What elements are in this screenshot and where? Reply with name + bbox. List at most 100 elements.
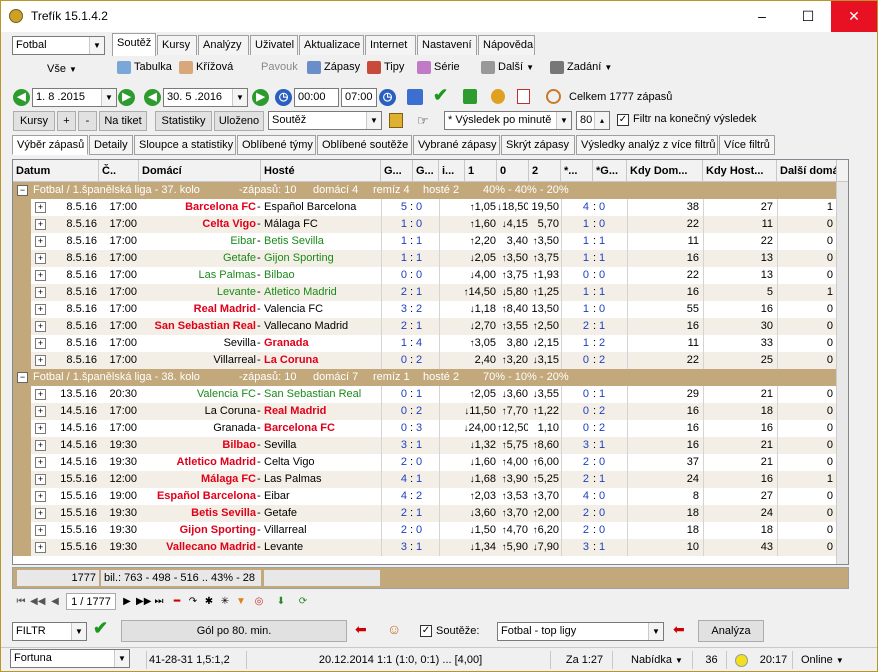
arrow-left-icon[interactable]: ⬅ <box>355 621 367 638</box>
column-header-12[interactable]: Kdy Dom... <box>627 160 703 182</box>
next-fast-icon[interactable]: ▶▶ <box>136 593 151 610</box>
expand-icon[interactable]: + <box>35 236 46 247</box>
vertical-scrollbar[interactable] <box>836 182 848 564</box>
next-date-button[interactable]: ▶ <box>118 89 135 106</box>
krizova-button[interactable]: Křížová <box>179 57 233 77</box>
filter-icon[interactable]: ▼ <box>234 593 248 610</box>
table-row[interactable]: +15.5.16 19:30 Vallecano Madrid - Levante 3:1… <box>13 539 848 556</box>
table-row[interactable]: +15.5.16 19:30 Betis Sevilla - Getafe 2:1 ↓3,6… <box>13 505 848 522</box>
collapse-icon[interactable]: − <box>17 372 28 383</box>
expand-icon[interactable]: + <box>35 253 46 264</box>
check-icon[interactable]: ✔ <box>433 85 448 106</box>
subtab-7[interactable]: Výsledky analýz z více filtrů <box>576 135 718 155</box>
subtab-6[interactable]: Skrýt zápasy <box>501 135 575 155</box>
prev-date-button[interactable]: ◀ <box>13 89 30 106</box>
pavouk-button[interactable]: Pavouk <box>261 57 298 77</box>
asterisk-icon[interactable]: ✱ <box>202 593 216 610</box>
subtab-8[interactable]: Více filtrů <box>719 135 775 155</box>
tabulka-button[interactable]: Tabulka <box>117 57 172 77</box>
time-from-field[interactable]: 00:00 <box>294 88 339 107</box>
table-row[interactable]: +8.5.16 17:00 Sevilla - Granada 1:4 ↑3,05 3,80 ↓… <box>13 335 848 352</box>
table-row[interactable]: +15.5.16 12:00 Málaga FC - Las Palmas 4:1 ↓1,6… <box>13 471 848 488</box>
expand-icon[interactable]: + <box>35 474 46 485</box>
expand-icon[interactable]: + <box>35 270 46 281</box>
column-header-7[interactable]: 1 <box>465 160 497 182</box>
user-icon[interactable]: ☺ <box>387 621 401 637</box>
souteze-checkbox[interactable]: ✓ <box>420 625 432 637</box>
subtab-2[interactable]: Sloupce a statistiky <box>134 135 236 155</box>
nabidka-dropdown[interactable]: Nabídka ▼ <box>617 651 693 669</box>
bookmaker-select[interactable]: Fortuna ▼ <box>10 649 130 668</box>
prev-fast-icon[interactable]: ◀◀ <box>30 593 45 610</box>
tipy-button[interactable]: Tipy <box>367 57 404 77</box>
collapse-icon[interactable]: − <box>17 185 28 196</box>
delete-icon[interactable]: ━ <box>170 593 184 610</box>
column-header-4[interactable]: G... <box>381 160 413 182</box>
soutez-select[interactable]: Soutěž ▼ <box>268 111 382 130</box>
column-header-10[interactable]: *... <box>561 160 593 182</box>
kursy-button[interactable]: Kursy <box>13 111 55 131</box>
close-button[interactable]: ✕ <box>831 1 877 32</box>
column-header-3[interactable]: Hosté <box>261 160 381 182</box>
expand-icon[interactable]: + <box>35 338 46 349</box>
column-header-13[interactable]: Kdy Host... <box>703 160 777 182</box>
table-row[interactable]: +8.5.16 17:00 Barcelona FC - Español Barcelo… <box>13 199 848 216</box>
expand-icon[interactable]: + <box>35 202 46 213</box>
expand-icon[interactable]: + <box>35 219 46 230</box>
pointer-hand-icon[interactable]: ☞ <box>417 113 429 129</box>
tab-1[interactable]: Kursy <box>157 35 197 55</box>
star-icon[interactable]: ✳ <box>218 593 232 610</box>
na-tiket-button[interactable]: Na tiket <box>99 111 147 131</box>
table-row[interactable]: +8.5.16 17:00 Real Madrid - Valencia FC 3:2 ↓1… <box>13 301 848 318</box>
table-row[interactable]: +14.5.16 17:00 Granada - Barcelona FC 0:3 ↓24,… <box>13 420 848 437</box>
filter-all-dropdown[interactable]: Vše ▼ <box>47 59 77 79</box>
column-header-6[interactable]: i... <box>439 160 465 182</box>
sync-icon[interactable]: ⟳ <box>296 593 310 610</box>
magnifier-icon[interactable] <box>546 89 561 104</box>
folder-icon[interactable] <box>389 113 403 128</box>
prev-page-icon[interactable]: ◀ <box>48 593 62 610</box>
column-header-9[interactable]: 2 <box>529 160 561 182</box>
time-to-field[interactable]: 07:00 <box>341 88 377 107</box>
expand-icon[interactable]: + <box>35 457 46 468</box>
tab-2[interactable]: Analýzy <box>198 35 249 55</box>
expand-icon[interactable]: + <box>35 525 46 536</box>
date-to-field[interactable]: 30. 5 .2016 ▼ <box>163 88 248 107</box>
subtab-4[interactable]: Oblíbené soutěže <box>317 135 412 155</box>
table-row[interactable]: +15.5.16 19:00 Español Barcelona - Eibar 4:2 ↑… <box>13 488 848 505</box>
arrow-left-icon[interactable]: ⬅ <box>673 621 685 638</box>
column-header-8[interactable]: 0 <box>497 160 529 182</box>
table-row[interactable]: +8.5.16 17:00 Villarreal - La Coruna 0:2 2,40 ↑… <box>13 352 848 369</box>
zadani-button[interactable]: Zadání ▼ <box>550 57 612 77</box>
expand-icon[interactable]: + <box>35 406 46 417</box>
last-page-icon[interactable]: ⏭ <box>152 593 166 610</box>
dalsi-button[interactable]: Další ▼ <box>481 57 534 77</box>
expand-icon[interactable]: + <box>35 355 46 366</box>
prev-date-to-button[interactable]: ◀ <box>144 89 161 106</box>
table-row[interactable]: +14.5.16 19:30 Bilbao - Sevilla 3:1 ↓1,32 ↑5,75… <box>13 437 848 454</box>
first-page-icon[interactable]: ⏮ <box>14 593 28 610</box>
expand-icon[interactable]: + <box>35 491 46 502</box>
table-row[interactable]: +8.5.16 17:00 Eibar - Betis Sevilla 1:1 ↑2,20 3… <box>13 233 848 250</box>
serie-button[interactable]: Série <box>417 57 460 77</box>
expand-icon[interactable]: + <box>35 542 46 553</box>
refresh-icon[interactable]: ↷ <box>186 593 200 610</box>
plus-button[interactable]: + <box>57 111 76 131</box>
tab-5[interactable]: Internet <box>365 35 416 55</box>
zapasy-button[interactable]: Zápasy <box>307 57 360 77</box>
minimize-button[interactable]: – <box>739 1 785 32</box>
souteze-select[interactable]: Fotbal - top ligy ▼ <box>497 622 664 641</box>
next-date-to-button[interactable]: ▶ <box>252 89 269 106</box>
sport-select[interactable]: Fotbal ▼ <box>12 36 105 55</box>
check-icon[interactable]: ✔ <box>93 618 108 639</box>
expand-icon[interactable]: + <box>35 304 46 315</box>
excel-icon[interactable] <box>463 89 477 104</box>
tab-4[interactable]: Aktualizace <box>299 35 364 55</box>
table-row[interactable]: +8.5.16 17:00 Celta Vigo - Málaga FC 1:0 ↑1,60… <box>13 216 848 233</box>
clock-icon[interactable]: ◷ <box>275 89 292 106</box>
next-page-icon[interactable]: ▶ <box>120 593 134 610</box>
expand-icon[interactable]: + <box>35 423 46 434</box>
hand-icon[interactable] <box>491 89 505 104</box>
download-icon[interactable]: ⬇ <box>274 593 288 610</box>
gol-filter-button[interactable]: Gól po 80. min. <box>121 620 347 642</box>
